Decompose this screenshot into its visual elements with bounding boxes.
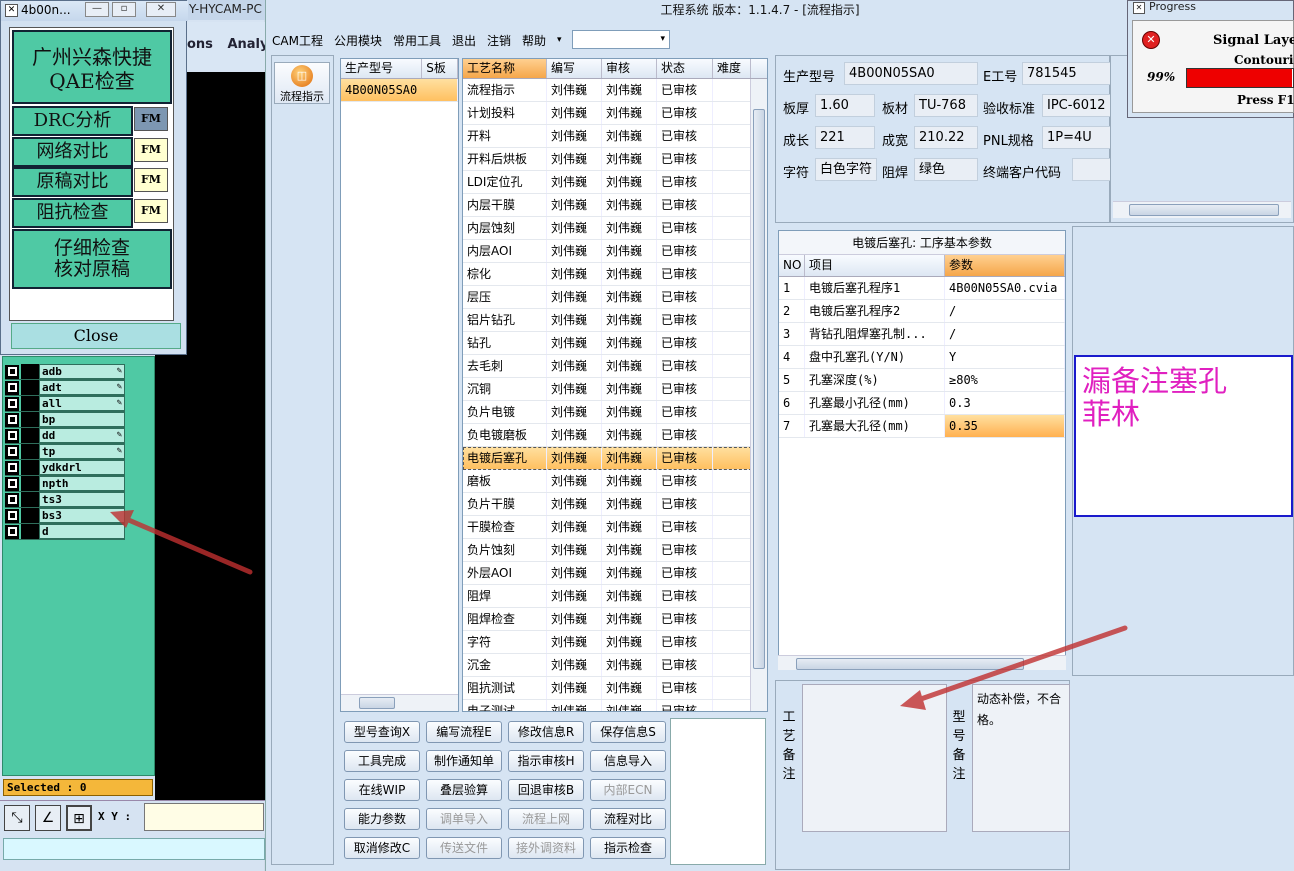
arrow-to-layer-list [121, 515, 253, 575]
arrow-head-remark [900, 690, 926, 710]
arrow-to-remark [915, 625, 1128, 703]
annotation-arrows [110, 510, 1128, 710]
